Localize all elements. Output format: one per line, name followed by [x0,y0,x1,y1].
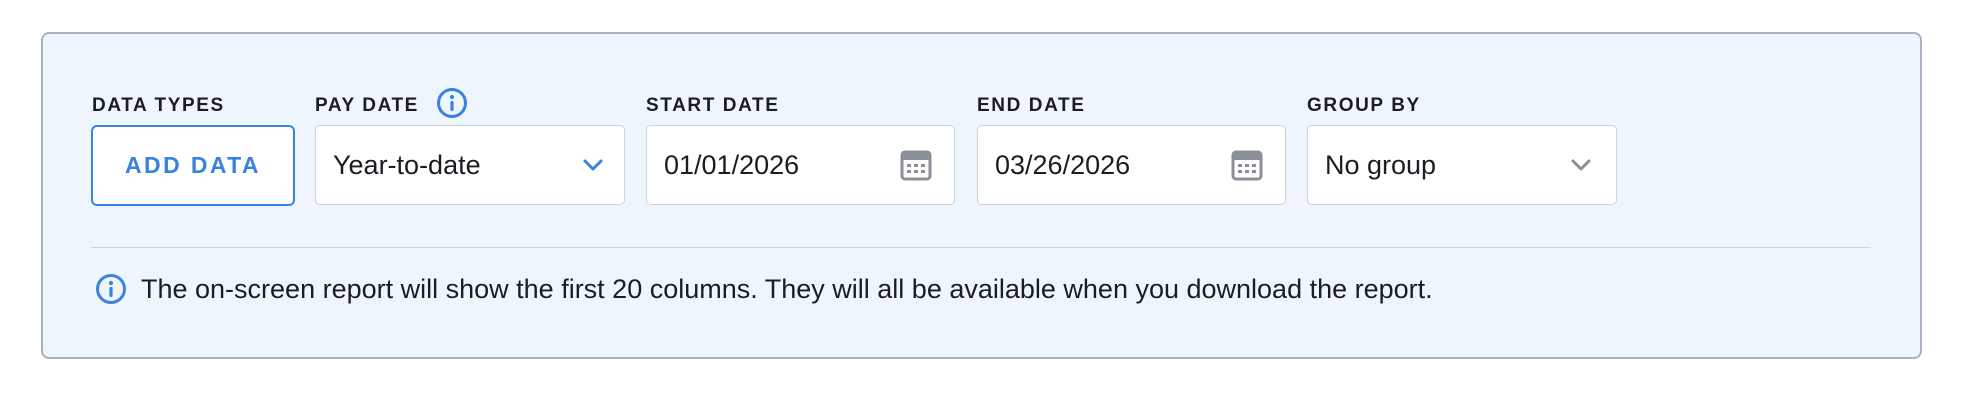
start-date-label: START DATE [646,95,780,116]
pay-date-info-icon[interactable] [436,87,468,119]
divider [91,247,1871,248]
data-types-label: DATA TYPES [92,95,225,116]
start-date-input[interactable]: 01/01/2026 [646,125,955,205]
end-date-label: END DATE [977,95,1086,116]
notice-info-icon [96,274,126,304]
group-by-select[interactable]: No group [1307,125,1617,205]
calendar-icon[interactable] [1231,126,1263,204]
pay-date-select[interactable]: Year-to-date [315,125,625,205]
columns-notice-text: The on-screen report will show the first… [141,274,1433,304]
end-date-value: 03/26/2026 [995,150,1131,180]
group-by-label: GROUP BY [1307,95,1421,116]
calendar-icon[interactable] [900,126,932,204]
pay-date-label: PAY DATE [315,95,419,116]
chevron-down-icon [1570,126,1592,204]
end-date-input[interactable]: 03/26/2026 [977,125,1286,205]
pay-date-value: Year-to-date [333,150,481,180]
group-by-value: No group [1325,150,1437,180]
chevron-down-icon [582,126,604,204]
add-data-button[interactable]: ADD DATA [91,125,295,206]
start-date-value: 01/01/2026 [664,150,800,180]
